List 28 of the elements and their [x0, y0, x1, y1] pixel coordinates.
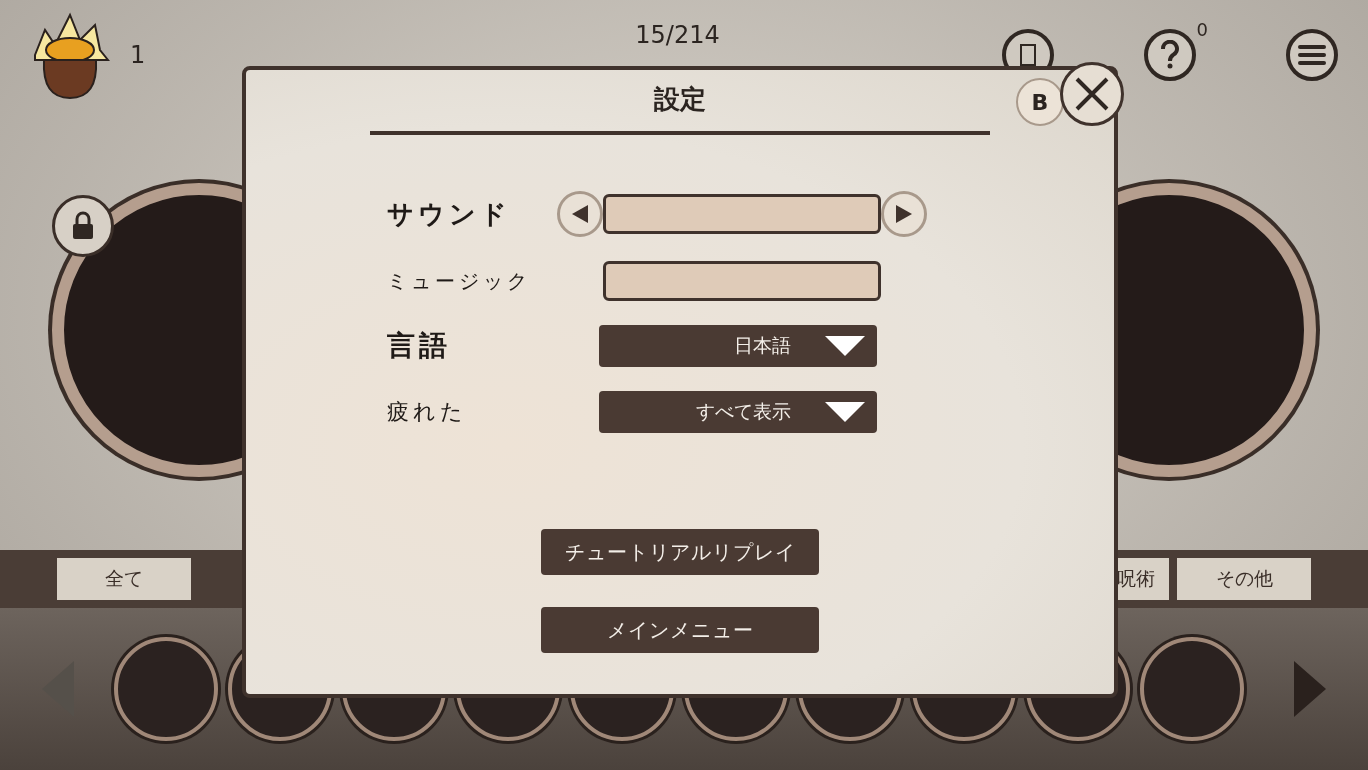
menu-button[interactable]: メインメニュー [541, 607, 819, 653]
caret-icon [825, 335, 865, 357]
filter-tab[interactable]: その他 [1177, 558, 1311, 600]
dropdown[interactable]: すべて表示 [599, 391, 877, 433]
setting-label: 言語 [387, 328, 452, 364]
increase-button[interactable] [881, 191, 927, 237]
help-icon [1160, 40, 1180, 70]
menu-button[interactable]: チュートリアルリプレイ [541, 529, 819, 575]
filter-tab[interactable]: 全て [57, 558, 191, 600]
setting-label: ミュージック [387, 267, 532, 295]
dropdown[interactable]: 日本語 [599, 325, 877, 367]
setting-label: 疲れた [387, 398, 468, 426]
decrease-button[interactable] [557, 191, 603, 237]
volume-slider[interactable] [603, 194, 881, 234]
card-portrait[interactable] [1140, 637, 1244, 741]
dialog-title: 設定 [654, 83, 706, 116]
right-triangle-icon [894, 203, 914, 225]
key-hint: B [1016, 78, 1064, 126]
caret-icon [825, 401, 865, 423]
card-portrait[interactable] [114, 637, 218, 741]
menu-icon[interactable] [1286, 29, 1338, 81]
progress-counter: 15/214 [635, 21, 720, 49]
notification-count: 0 [1196, 19, 1208, 40]
setting-label: サウンド [387, 197, 512, 231]
coin-count: 1 [130, 41, 146, 69]
volume-slider[interactable] [603, 261, 881, 301]
left-triangle-icon [570, 203, 590, 225]
close-button[interactable] [1060, 62, 1124, 126]
